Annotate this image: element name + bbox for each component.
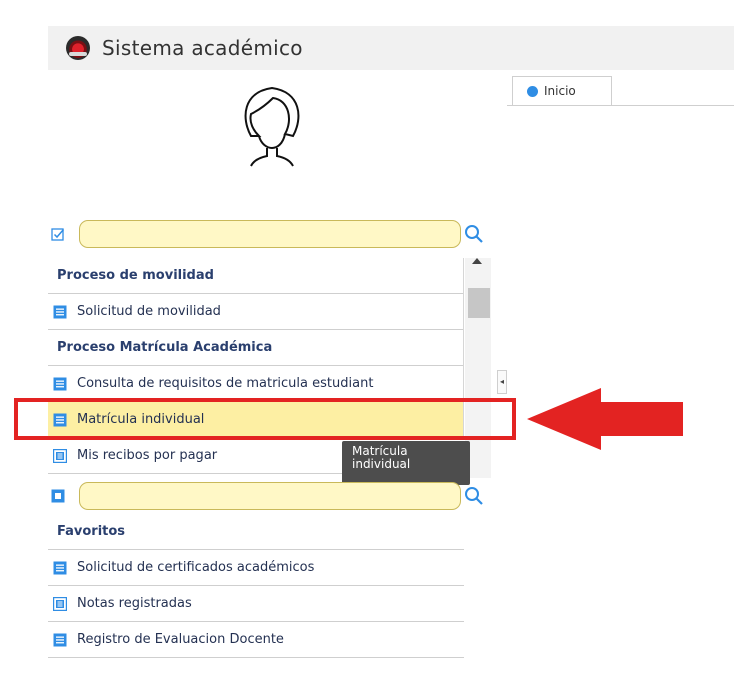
menu-item-solicitud-movilidad[interactable]: Solicitud de movilidad — [48, 294, 464, 330]
list-icon — [53, 633, 67, 646]
tooltip-line: individual — [352, 457, 411, 471]
favorite-item-label: Notas registradas — [77, 596, 192, 611]
favorites-list: Favoritos Solicitud de certificados acad… — [48, 514, 464, 658]
list-icon — [53, 561, 67, 574]
red-arrow-annotation-icon — [527, 388, 683, 450]
app-header: Sistema académico — [48, 26, 734, 70]
tab-inicio[interactable]: Inicio — [512, 76, 612, 105]
menu-search-row — [48, 217, 485, 251]
menu-search-button[interactable] — [463, 223, 485, 245]
list-icon — [53, 377, 67, 390]
tab-bar-divider — [507, 105, 734, 106]
scroll-up-arrow-icon[interactable] — [472, 258, 482, 264]
menu-section-header: Proceso Matrícula Académica — [48, 330, 464, 366]
collapse-panel-icon[interactable]: ◂ — [497, 370, 507, 394]
favorites-search-row — [48, 479, 485, 513]
favorites-title: Favoritos — [48, 514, 464, 550]
tab-label: Inicio — [544, 84, 576, 98]
favorite-item-notas[interactable]: Notas registradas — [48, 586, 464, 622]
document-icon — [53, 596, 67, 611]
favorite-item-label: Registro de Evaluacion Docente — [77, 632, 284, 647]
menu-search-input[interactable] — [79, 220, 461, 248]
favorites-search-button[interactable] — [463, 485, 485, 507]
tab-status-dot-icon — [527, 85, 538, 97]
list-icon — [53, 305, 67, 318]
menu-item-consulta-requisitos[interactable]: Consulta de requisitos de matricula estu… — [48, 366, 464, 402]
favorites-search-input[interactable] — [79, 482, 461, 510]
favorite-item-evaluacion-docente[interactable]: Registro de Evaluacion Docente — [48, 622, 464, 658]
document-icon — [53, 448, 67, 463]
search-icon — [465, 487, 483, 505]
favorites-toggle-icon[interactable] — [51, 489, 65, 503]
menu-item-label: Solicitud de movilidad — [77, 304, 221, 319]
menu-item-label: Consulta de requisitos de matricula estu… — [77, 376, 374, 391]
favorite-item-label: Solicitud de certificados académicos — [77, 560, 315, 575]
menu-item-label: Mis recibos por pagar — [77, 448, 218, 463]
highlight-annotation-box — [14, 398, 516, 440]
checkbox-icon[interactable] — [51, 227, 65, 241]
scroll-thumb[interactable] — [468, 288, 490, 318]
menu-section-header: Proceso de movilidad — [48, 258, 464, 294]
favorite-item-certificados[interactable]: Solicitud de certificados académicos — [48, 550, 464, 586]
search-icon — [465, 225, 483, 243]
user-avatar-icon — [244, 86, 300, 167]
app-title: Sistema académico — [102, 36, 303, 60]
university-logo-icon — [66, 36, 90, 60]
